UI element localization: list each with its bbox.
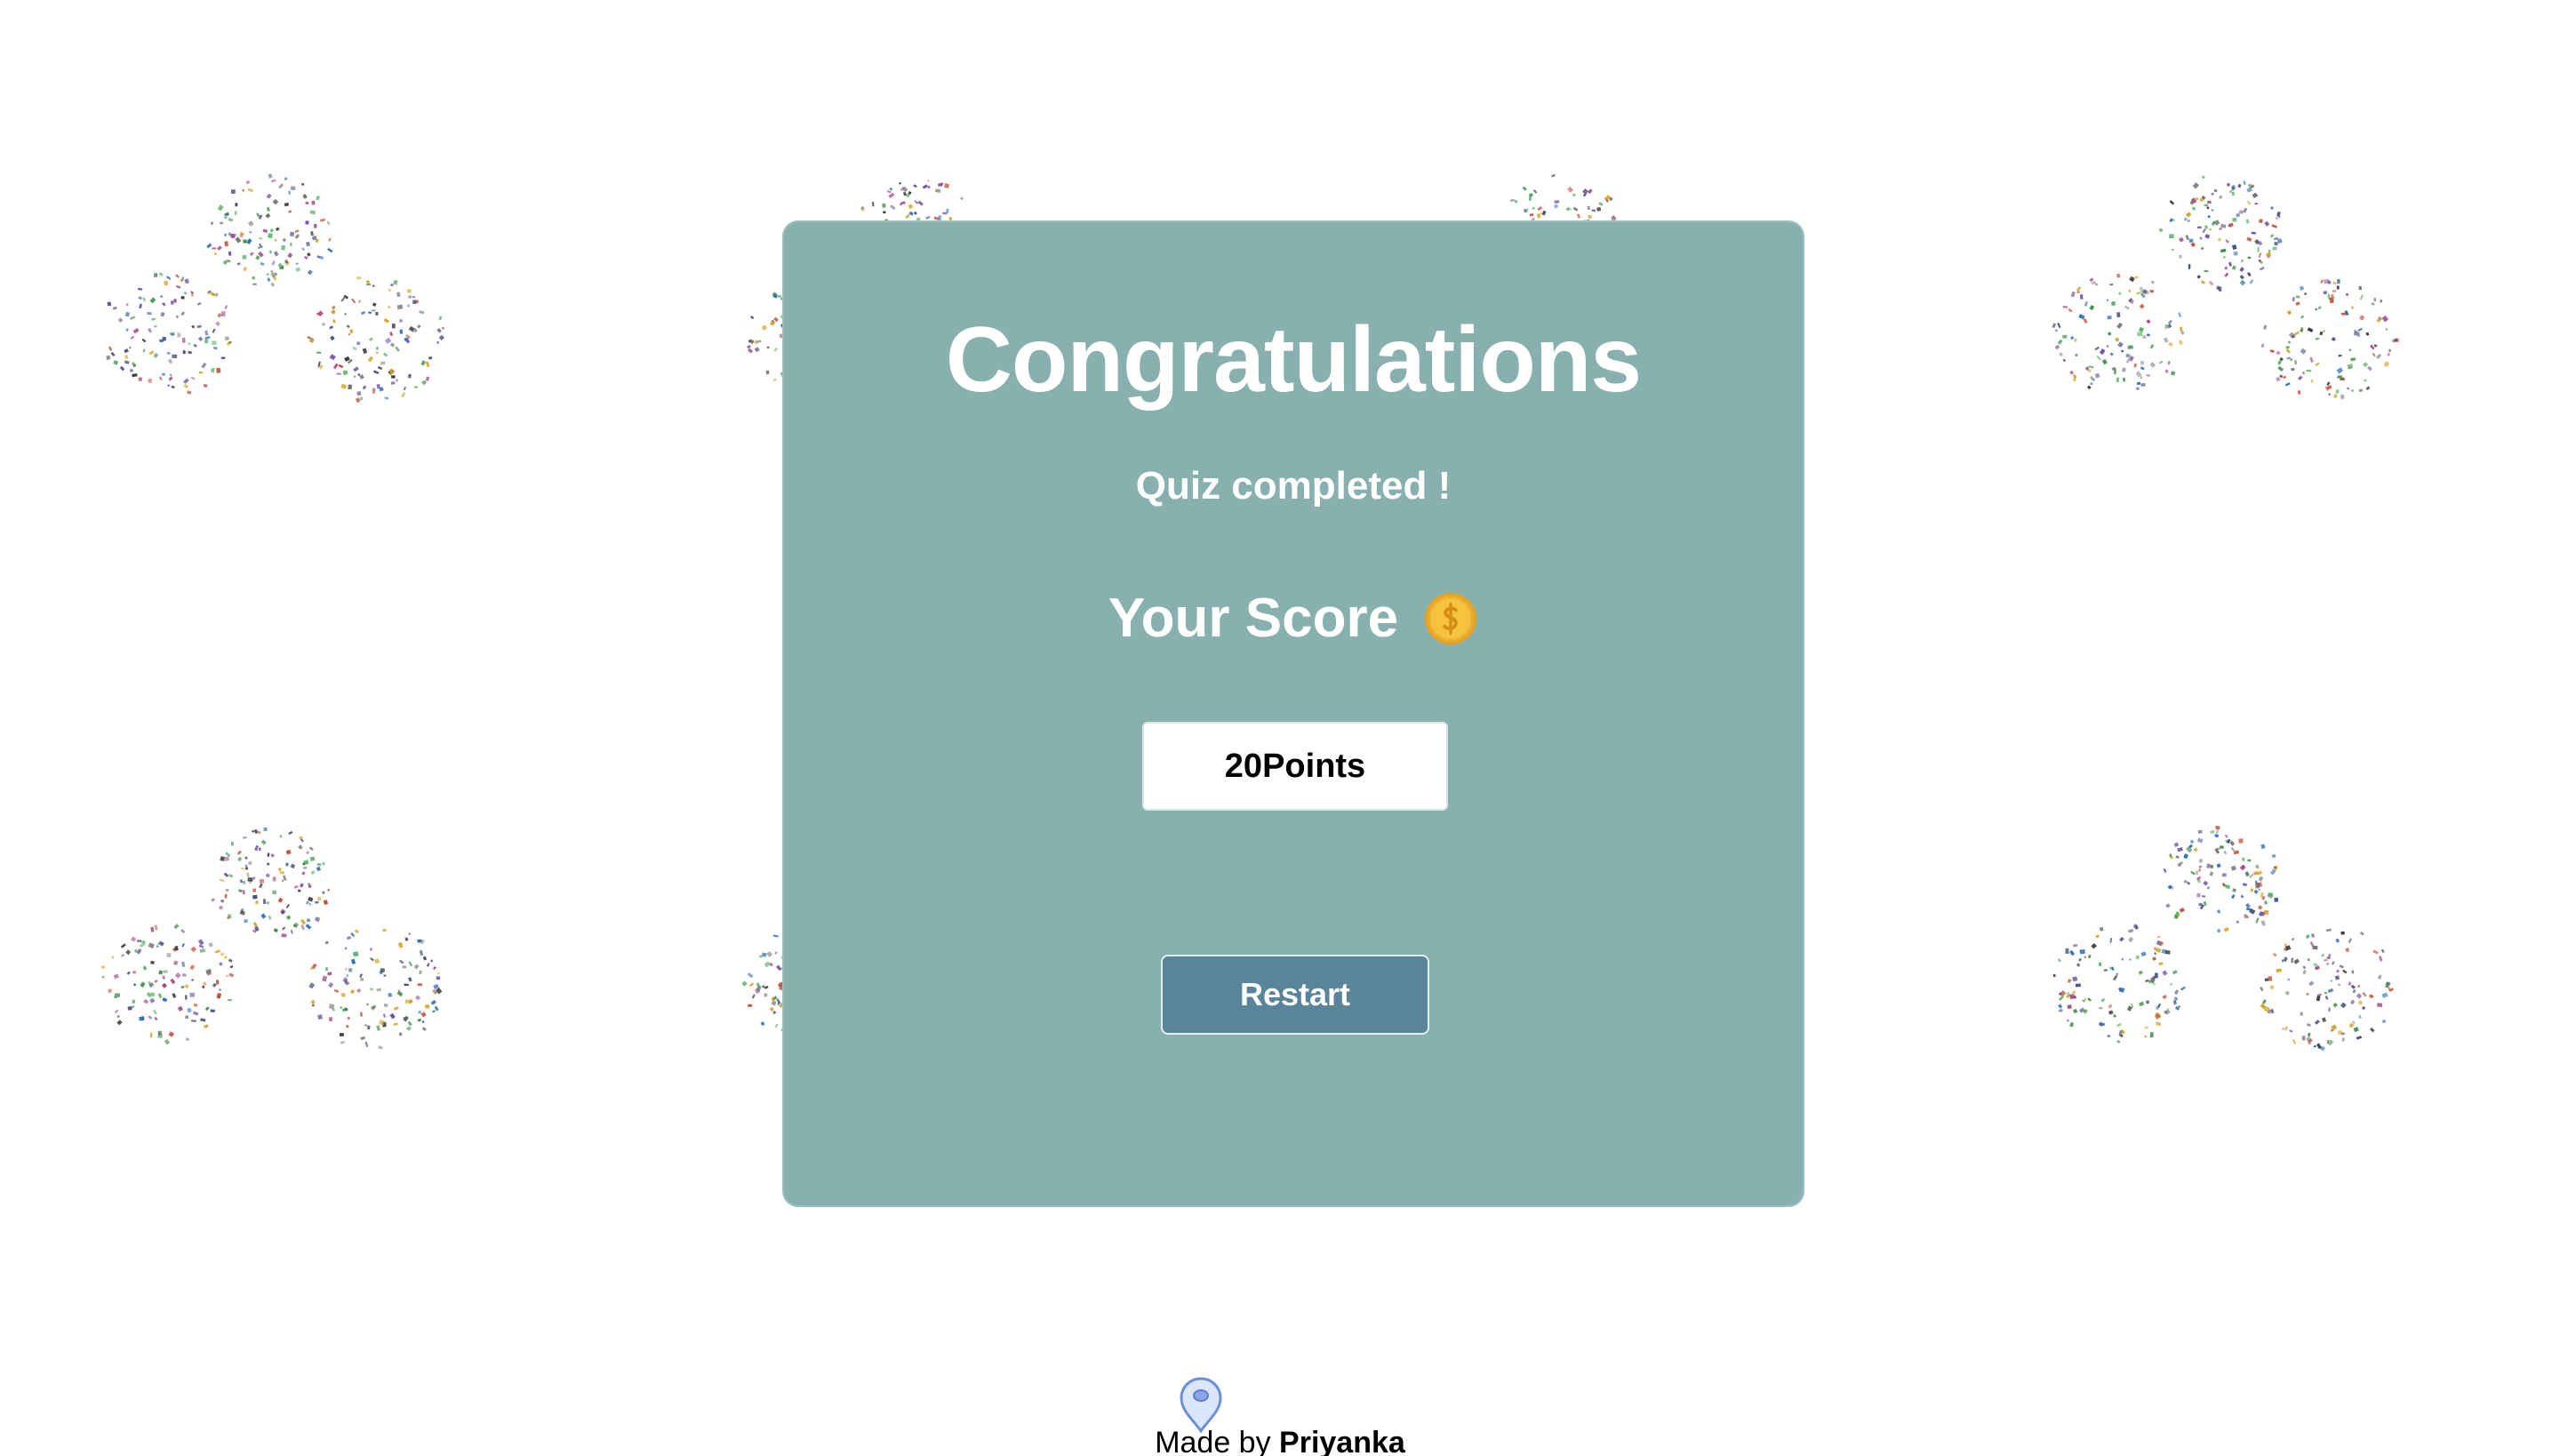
coin-icon [1425,592,1477,644]
score-heading-row: Your Score [784,587,1803,650]
confetti-burst [2052,825,2394,1052]
confetti-burst [106,173,445,404]
congratulations-title: Congratulations [945,308,1642,412]
quiz-completed-subtitle: Quiz completed ! [1135,464,1452,508]
score-value: 20 [1224,747,1263,785]
footer-prefix: Made by [1155,1426,1280,1456]
score-unit: Points [1262,747,1366,785]
score-label: Your Score [1108,588,1399,649]
page: Congratulations Quiz completed ! Your Sc… [0,0,2560,1456]
result-card: Congratulations Quiz completed ! Your Sc… [782,220,1804,1207]
restart-button[interactable]: Restart [1161,955,1429,1035]
footer-credit: Made by Priyanka [0,1426,2560,1456]
confetti-burst [100,827,443,1050]
score-points-box: 20 Points [1142,722,1448,811]
map-pin-icon [1180,1377,1222,1433]
footer-author: Priyanka [1279,1426,1405,1456]
confetti-burst [2052,175,2399,399]
